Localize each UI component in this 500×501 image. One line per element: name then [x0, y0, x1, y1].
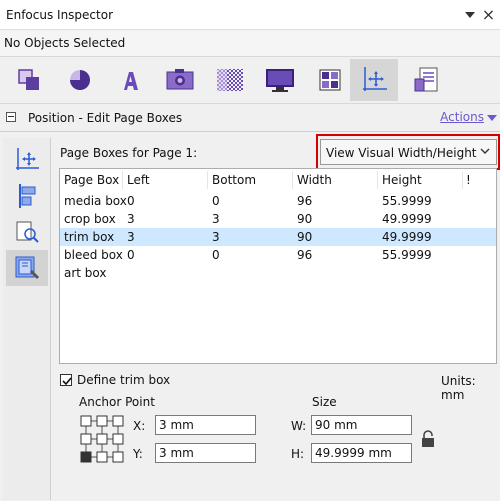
cell-width: 90	[297, 212, 313, 226]
move-arrows-icon	[363, 67, 387, 91]
col-header-left[interactable]: Left	[127, 173, 150, 187]
cell-width: 96	[297, 248, 313, 262]
section-header: Position - Edit Page Boxes Actions	[0, 106, 500, 130]
checkmark-icon	[62, 377, 72, 386]
camera-icon	[166, 69, 194, 90]
window-title: Enfocus Inspector	[6, 8, 113, 22]
page-box-edit-icon	[15, 256, 39, 279]
actions-link[interactable]: Actions	[440, 110, 484, 124]
y-label: Y:	[133, 447, 143, 461]
y-input-value: 3 mm	[159, 446, 194, 460]
cell-left: 3	[127, 212, 135, 226]
square-overlap-icon	[18, 69, 39, 90]
tool-object-properties[interactable]	[6, 59, 54, 101]
table-row[interactable]: bleed box 0 0 96 55.9999	[60, 246, 496, 264]
move-axes-icon	[16, 148, 39, 170]
define-trim-label: Define trim box	[77, 373, 171, 387]
tool-image[interactable]	[156, 59, 204, 101]
units-label: Units: mm	[441, 374, 476, 402]
page-boxes-table: Page Box Left Bottom Width Height ! medi…	[59, 168, 497, 364]
x-input-value: 3 mm	[159, 418, 194, 432]
cell-left: 0	[127, 194, 135, 208]
close-icon[interactable]: ×	[481, 5, 496, 24]
tool-output[interactable]	[256, 59, 304, 101]
tool-position[interactable]	[350, 59, 398, 101]
letter-a-icon	[124, 72, 138, 90]
define-trim-checkbox[interactable]	[60, 374, 72, 386]
cell-bottom: 3	[212, 212, 220, 226]
y-input[interactable]: 3 mm	[155, 443, 256, 463]
tool-color-separations[interactable]	[306, 59, 354, 101]
width-input[interactable]: 90 mm	[311, 415, 412, 435]
zoom-page-icon	[16, 221, 39, 243]
monitor-icon	[266, 69, 294, 92]
cell-height: 55.9999	[382, 248, 432, 262]
anchor-point-label: Anchor Point	[79, 395, 155, 409]
subtool-align[interactable]	[6, 178, 48, 214]
document-list-icon	[414, 67, 438, 92]
table-row[interactable]: art box	[60, 264, 496, 282]
h-label: H:	[291, 447, 305, 461]
cell-bottom: 0	[212, 194, 220, 208]
cell-left: 3	[127, 230, 135, 244]
unlock-icon[interactable]	[420, 429, 436, 449]
subtool-move[interactable]	[6, 142, 48, 178]
tool-transparency[interactable]	[206, 59, 254, 101]
cell-width: 96	[297, 194, 313, 208]
col-header-page-box[interactable]: Page Box	[64, 173, 119, 187]
width-input-value: 90 mm	[315, 418, 358, 432]
col-header-width[interactable]: Width	[297, 173, 332, 187]
table-row[interactable]: crop box 3 3 90 49.9999	[60, 210, 496, 228]
cell-name: art box	[64, 266, 107, 280]
cell-height: 55.9999	[382, 194, 432, 208]
col-header-bottom[interactable]: Bottom	[212, 173, 256, 187]
highlight-box	[316, 134, 500, 170]
selection-status-text: No Objects Selected	[4, 36, 126, 50]
x-input[interactable]: 3 mm	[155, 415, 256, 435]
table-row[interactable]: media box 0 0 96 55.9999	[60, 192, 496, 210]
position-subtools	[3, 138, 51, 500]
grid-icon	[319, 69, 341, 91]
actions-caret-icon[interactable]	[487, 115, 497, 121]
inspector-toolbar	[0, 56, 500, 104]
cell-height: 49.9999	[382, 212, 432, 226]
selection-status: No Objects Selected	[0, 31, 500, 56]
w-label: W:	[291, 419, 307, 433]
title-bar: Enfocus Inspector ×	[0, 0, 500, 30]
divider	[0, 131, 500, 132]
collapse-toggle[interactable]	[6, 112, 16, 122]
section-title: Position - Edit Page Boxes	[28, 111, 183, 125]
tool-fill-stroke[interactable]	[56, 59, 104, 101]
cell-left: 0	[127, 248, 135, 262]
subtool-page-boxes[interactable]	[6, 250, 48, 286]
cell-width: 90	[297, 230, 313, 244]
cell-bottom: 3	[212, 230, 220, 244]
align-icon	[19, 184, 36, 208]
cell-name: trim box	[64, 230, 115, 244]
pie-icon	[70, 70, 90, 90]
cell-name: bleed box	[64, 248, 123, 262]
table-row-selected[interactable]: trim box 3 3 90 49.9999	[60, 228, 496, 246]
page-boxes-label: Page Boxes for Page 1:	[60, 146, 198, 160]
x-label: X:	[133, 419, 146, 433]
col-header-warning[interactable]: !	[466, 173, 471, 187]
cell-bottom: 0	[212, 248, 220, 262]
tool-text[interactable]	[106, 59, 154, 101]
cell-height: 49.9999	[382, 230, 432, 244]
tool-document[interactable]	[402, 59, 450, 101]
height-input-value: 49.9999 mm	[315, 446, 392, 460]
anchor-point-grid[interactable]	[79, 414, 125, 464]
menu-dropdown-icon[interactable]	[462, 7, 477, 22]
subtool-zoom-page[interactable]	[6, 214, 48, 250]
height-input[interactable]: 49.9999 mm	[311, 443, 412, 463]
col-header-height[interactable]: Height	[382, 173, 422, 187]
checker-icon	[217, 69, 243, 91]
table-header: Page Box Left Bottom Width Height !	[60, 169, 496, 191]
cell-name: crop box	[64, 212, 116, 226]
size-label: Size	[312, 395, 337, 409]
cell-name: media box	[64, 194, 127, 208]
